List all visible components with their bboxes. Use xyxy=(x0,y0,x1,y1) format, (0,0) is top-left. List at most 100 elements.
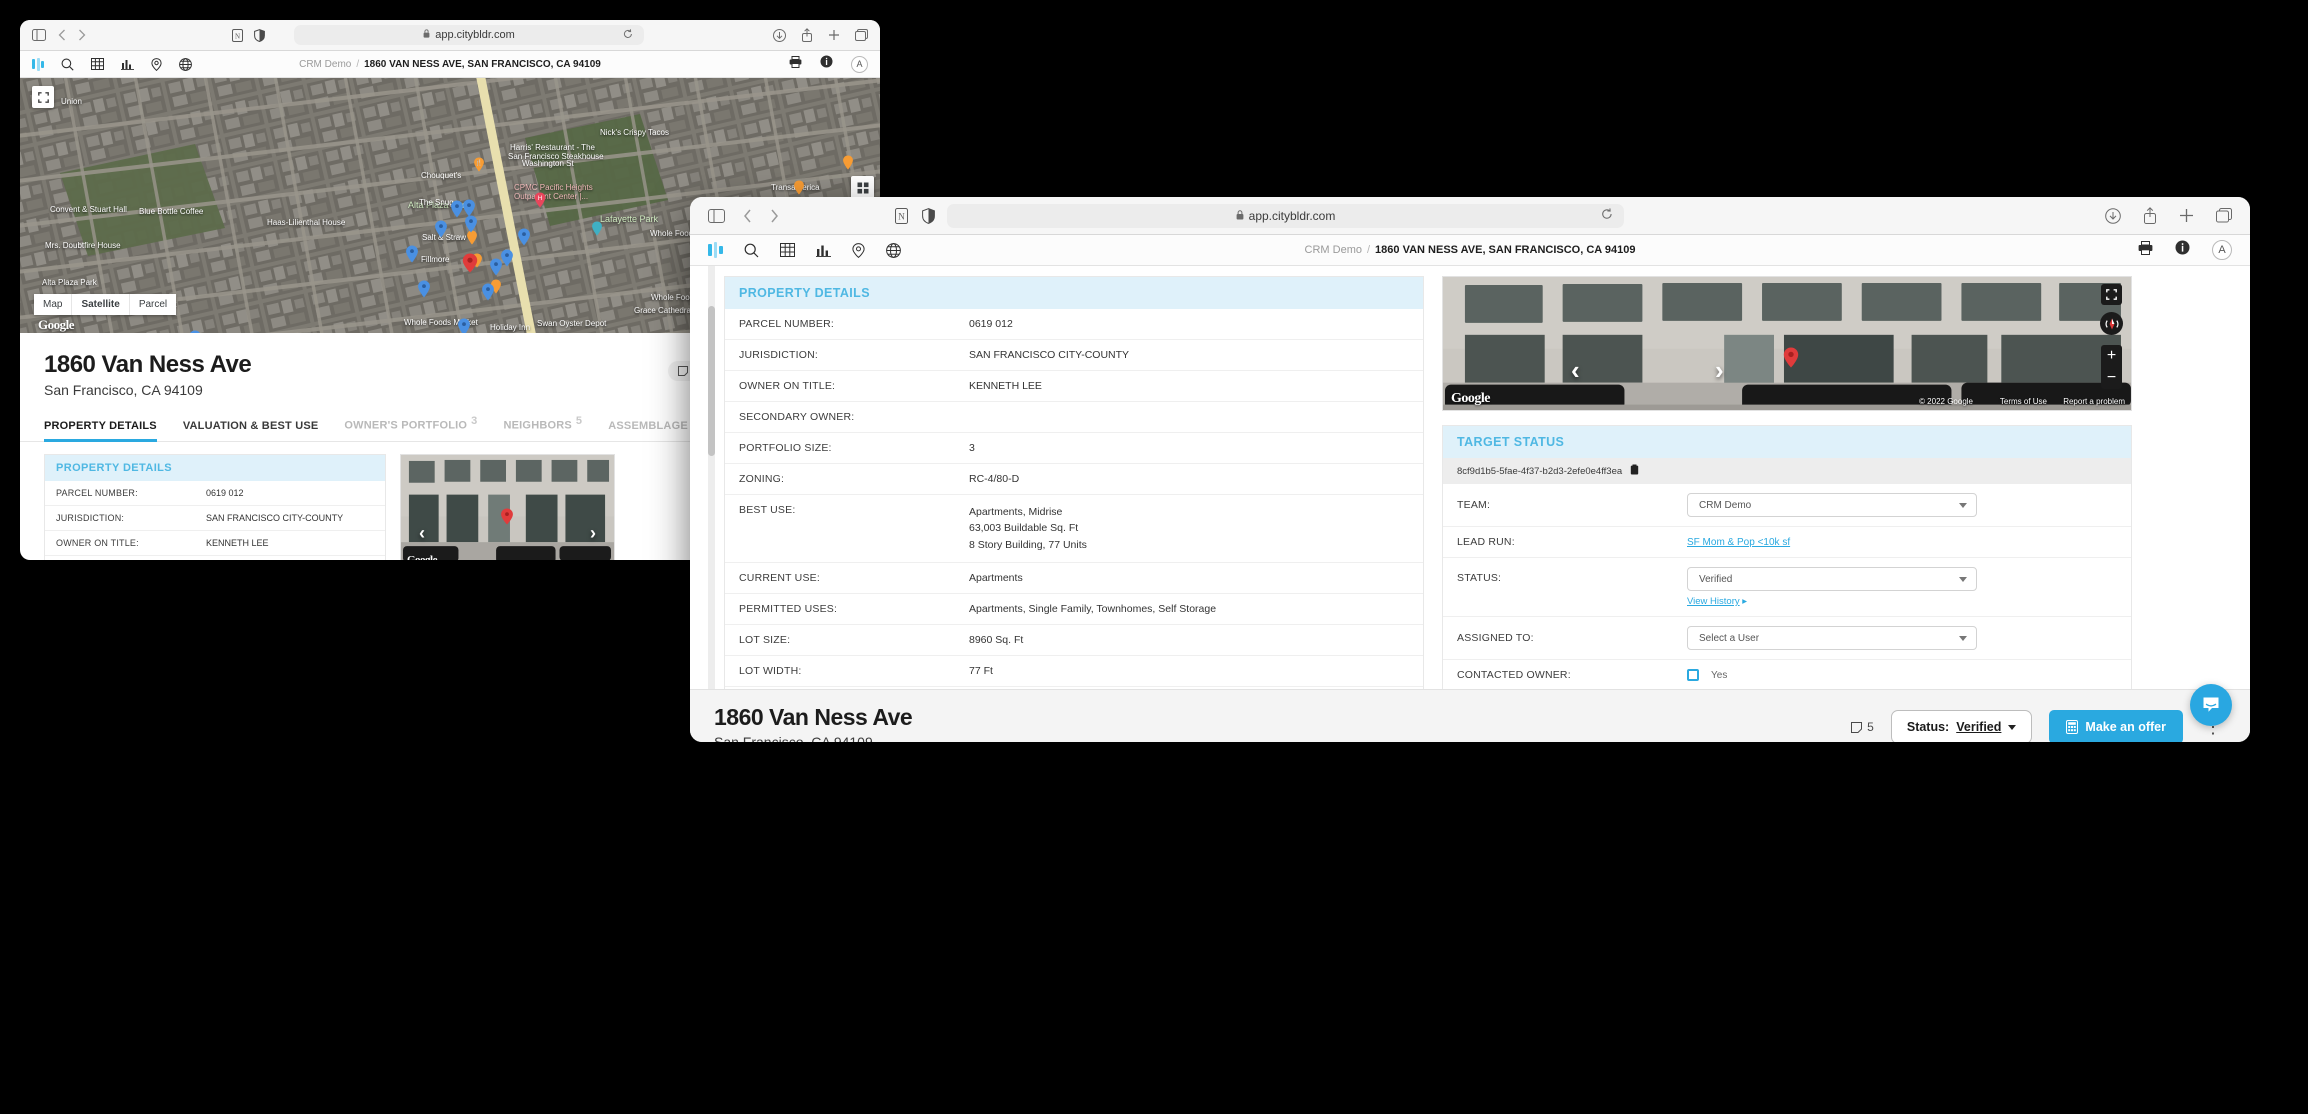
content-scrollbar-thumb[interactable] xyxy=(708,306,715,456)
reader-view-icon[interactable]: N xyxy=(895,207,908,224)
tab-property-details[interactable]: PROPERTY DETAILS xyxy=(44,413,157,442)
download-icon[interactable] xyxy=(773,28,786,42)
contacted-owner-checkbox[interactable] xyxy=(1687,669,1699,681)
print-icon[interactable] xyxy=(789,55,802,73)
map-pin-icon[interactable] xyxy=(851,242,865,258)
map-pin-lead-blue[interactable] xyxy=(490,258,503,281)
street-view-zoom-out-button[interactable]: − xyxy=(2101,367,2122,389)
map-pin-icon[interactable] xyxy=(151,57,162,71)
street-view-zoom-controls[interactable]: + − xyxy=(2101,345,2122,389)
map-pin-target-red[interactable] xyxy=(462,253,478,278)
street-view-report-link[interactable]: Report a problem xyxy=(2063,397,2125,406)
bottom-status-dropdown[interactable]: Status: Verified xyxy=(1890,710,2033,742)
map-pin-lead-blue[interactable] xyxy=(435,220,448,243)
share-icon[interactable] xyxy=(801,28,813,42)
table-icon[interactable] xyxy=(91,58,104,70)
share-icon[interactable] xyxy=(2143,207,2157,224)
avatar[interactable]: A xyxy=(2212,240,2232,260)
map-pin-lead-blue[interactable] xyxy=(189,330,202,333)
reader-view-icon[interactable]: N xyxy=(232,28,243,42)
map-pin-lead-blue[interactable] xyxy=(418,280,431,303)
street-view-arrow-left[interactable]: ‹ xyxy=(419,523,425,544)
map-type-satellite[interactable]: Satellite xyxy=(72,294,130,315)
address-bar-front[interactable]: app.citybldr.com xyxy=(947,203,1624,228)
url-text: app.citybldr.com xyxy=(435,29,515,41)
make-an-offer-button[interactable]: Make an offer xyxy=(2049,710,2183,742)
street-view-compass-button[interactable] xyxy=(2100,312,2123,335)
tab-valuation-best-use[interactable]: VALUATION & BEST USE xyxy=(183,413,319,441)
street-view-panel-front[interactable]: ‹ › + − Google © 2022 Google Terms of Us… xyxy=(1442,276,2132,411)
street-view-fullscreen-button[interactable] xyxy=(2101,284,2122,305)
map-pin-hospital-red[interactable]: H xyxy=(534,192,546,213)
row-key: STATUS: xyxy=(1457,572,1502,584)
privacy-shield-icon[interactable] xyxy=(254,28,265,42)
map-fullscreen-button[interactable] xyxy=(32,86,54,108)
tab-neighbors[interactable]: NEIGHBORS 5 xyxy=(504,408,583,441)
street-view-panel-back[interactable]: ‹ › Google xyxy=(400,453,615,560)
plus-icon[interactable] xyxy=(828,29,840,41)
reload-icon[interactable] xyxy=(1601,208,1613,223)
analytics-icon[interactable] xyxy=(121,58,134,70)
download-icon[interactable] xyxy=(2105,207,2121,224)
info-icon[interactable] xyxy=(820,55,833,73)
plus-icon[interactable] xyxy=(2179,208,2194,223)
map-pin-poi-orange[interactable] xyxy=(843,155,854,175)
team-select-value: CRM Demo xyxy=(1699,499,1752,511)
team-select[interactable]: CRM Demo xyxy=(1687,493,1977,517)
street-view-image xyxy=(1443,277,2131,410)
avatar[interactable]: A xyxy=(851,55,868,73)
map-grid-view-button[interactable] xyxy=(851,176,874,199)
lead-run-link[interactable]: SF Mom & Pop <10k sf xyxy=(1687,537,1790,548)
sidebar-toggle-icon[interactable] xyxy=(32,29,46,41)
intercom-chat-button[interactable] xyxy=(2190,684,2232,726)
map-pin-poi-teal[interactable] xyxy=(592,221,603,241)
address-bar-back[interactable]: app.citybldr.com xyxy=(294,25,644,45)
tab-overview-icon[interactable] xyxy=(2216,208,2232,223)
view-history-link-wrap[interactable]: View History ▸ xyxy=(1687,596,1977,607)
back-arrow-icon[interactable] xyxy=(58,29,66,41)
citybldr-logo[interactable] xyxy=(708,242,723,258)
search-icon[interactable] xyxy=(61,58,74,71)
bottom-notes-chip[interactable]: 5 xyxy=(1851,720,1874,734)
tab-owners-portfolio[interactable]: OWNER'S PORTFOLIO 3 xyxy=(344,408,477,441)
row-key: BEST USE: xyxy=(739,504,796,516)
map-pin-poi-orange[interactable]: 🍴 xyxy=(474,157,485,177)
map-pin-lead-blue[interactable] xyxy=(465,215,478,238)
map-pin-lead-blue[interactable] xyxy=(406,245,419,268)
forward-arrow-icon[interactable] xyxy=(770,209,779,223)
privacy-shield-icon[interactable] xyxy=(922,207,935,224)
map-type-parcel[interactable]: Parcel xyxy=(130,294,176,315)
map-pin-lead-blue[interactable] xyxy=(482,283,495,306)
globe-icon[interactable] xyxy=(179,57,192,71)
citybldr-logo[interactable] xyxy=(32,57,44,71)
info-icon[interactable] xyxy=(2175,240,2190,260)
search-icon[interactable] xyxy=(744,243,759,258)
tab-overview-icon[interactable] xyxy=(855,29,868,41)
assigned-to-select[interactable]: Select a User xyxy=(1687,626,1977,650)
sidebar-toggle-icon[interactable] xyxy=(708,208,725,223)
map-pin-lead-blue[interactable] xyxy=(518,228,531,251)
table-row: CURRENT USE: Apartments xyxy=(725,563,1423,594)
copy-clipboard-icon[interactable] xyxy=(1630,464,1639,478)
globe-icon[interactable] xyxy=(885,242,901,258)
map-type-switcher[interactable]: Map Satellite Parcel xyxy=(34,294,177,315)
forward-arrow-icon[interactable] xyxy=(78,29,86,41)
back-arrow-icon[interactable] xyxy=(743,209,752,223)
street-view-terms-link[interactable]: Terms of Use xyxy=(2000,397,2047,406)
street-view-zoom-in-button[interactable]: + xyxy=(2101,345,2122,367)
analytics-icon[interactable] xyxy=(815,243,831,257)
screenshot-stage: N app.citybldr.com CRM Demo / 1860 VAN N… xyxy=(0,0,2308,1114)
status-select[interactable]: Verified xyxy=(1687,567,1977,591)
view-history-link[interactable]: View History xyxy=(1687,596,1740,607)
reload-icon[interactable] xyxy=(623,28,633,42)
street-view-arrow-right[interactable]: › xyxy=(590,523,596,544)
row-key: JURISDICTION: xyxy=(739,349,819,361)
table-icon[interactable] xyxy=(779,243,795,257)
row-key: OWNER ON TITLE: xyxy=(739,380,836,392)
main-content-front: PROPERTY DETAILS PARCEL NUMBER: 0619 012… xyxy=(690,266,2250,689)
map-pin-lead-blue[interactable] xyxy=(458,318,471,333)
map-type-map[interactable]: Map xyxy=(34,294,73,315)
street-view-arrow-left[interactable]: ‹ xyxy=(1571,355,1580,386)
street-view-arrow-right[interactable]: › xyxy=(1715,355,1724,386)
print-icon[interactable] xyxy=(2138,240,2153,260)
